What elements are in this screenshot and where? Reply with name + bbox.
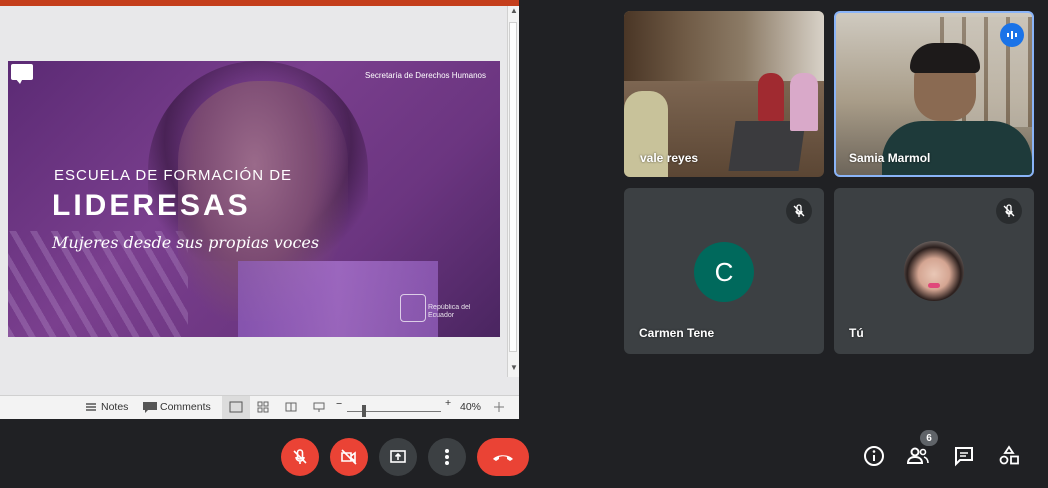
camera-off-icon [341,449,357,465]
comment-icon[interactable] [11,64,33,84]
info-icon [864,446,884,466]
slideshow-icon[interactable] [313,401,325,413]
slide-subtitle: Mujeres desde sus propias voces [52,233,320,252]
leave-call-button[interactable] [477,438,529,476]
avatar: C [694,242,754,302]
chat-icon [955,447,973,467]
camera-toggle-button[interactable] [330,438,368,476]
mic-off-icon [793,204,805,217]
participant-tile-carmen-tene[interactable]: C Carmen Tene [624,188,824,354]
slide-logo-text: República del Ecuador [428,304,471,319]
more-vert-icon [445,449,449,465]
slide: Secretaría de Derechos Humanos ESCUELA D… [8,61,500,337]
reading-view-icon[interactable] [285,401,297,413]
speaking-indicator [1000,23,1024,47]
zoom-level[interactable]: 40% [460,401,481,413]
meeting-details-button[interactable] [860,442,888,470]
video-background [624,11,824,81]
video-hair [910,43,980,73]
mic-muted-indicator [786,198,812,224]
presentation-pane: Secretaría de Derechos Humanos ESCUELA D… [0,0,519,419]
slide-org-name: Secretaría de Derechos Humanos [365,71,486,80]
zoom-out-button[interactable]: − [336,398,342,410]
coat-of-arms-icon [400,294,426,322]
participant-name: Samia Marmol [849,151,931,165]
presentation-statusbar: Notes Comments − + 40% [0,395,519,419]
fit-slide-icon[interactable] [493,401,505,413]
activities-button[interactable] [995,442,1023,470]
scroll-up-icon[interactable]: ▲ [510,6,518,15]
participant-tile-vale-reyes[interactable]: vale reyes [624,11,824,177]
participant-tile-samia-marmol[interactable]: Samia Marmol [834,11,1034,177]
avatar-lips [928,283,940,288]
mic-off-icon [1003,204,1015,217]
mic-off-icon [293,449,307,464]
mic-toggle-button[interactable] [281,438,319,476]
normal-view-button[interactable] [222,396,250,419]
video-shoulders [882,121,1032,175]
audio-level-icon [1007,31,1017,39]
participant-name: vale reyes [640,151,699,165]
video-person [790,73,818,131]
zoom-in-button[interactable]: + [445,397,451,409]
participant-tile-self[interactable]: Tú [834,188,1034,354]
notes-button[interactable]: Notes [101,401,128,413]
notes-icon [86,403,96,411]
present-screen-button[interactable] [379,438,417,476]
activities-icon [999,445,1019,465]
more-options-button[interactable] [428,438,466,476]
scroll-down-icon[interactable]: ▼ [510,363,518,372]
scroll-thumb[interactable] [509,22,517,352]
participant-name: Tú [849,326,864,340]
comments-button[interactable]: Comments [160,401,211,413]
video-person [758,73,784,121]
presentation-accent-bar [0,0,519,6]
people-button[interactable] [904,442,932,470]
normal-view-icon [229,401,243,413]
slide-sorter-icon[interactable] [257,401,269,413]
people-count-badge: 6 [920,430,938,446]
chat-button[interactable] [950,442,978,470]
participant-name: Carmen Tene [639,326,715,340]
mic-muted-indicator [996,198,1022,224]
slide-title-line1: ESCUELA DE FORMACIÓN DE [54,167,293,184]
comments-icon [143,402,157,413]
zoom-slider-thumb[interactable] [362,405,366,417]
present-screen-icon [390,450,406,463]
avatar [904,241,964,301]
people-icon [906,447,929,464]
slide-title-line2: LIDERESAS [52,189,251,222]
hang-up-icon [493,455,513,461]
